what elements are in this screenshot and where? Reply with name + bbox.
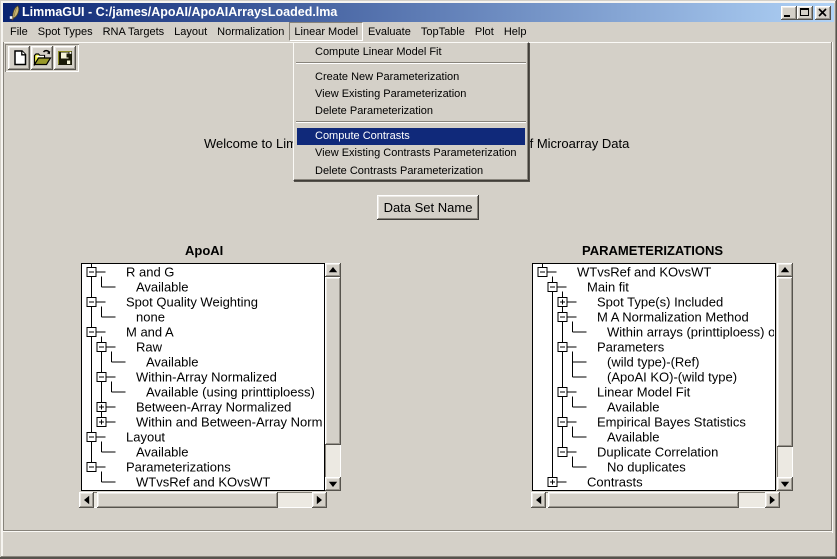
svg-text:Parameterizations: Parameterizations <box>126 460 231 475</box>
svg-text:Layout: Layout <box>126 430 165 445</box>
svg-text:Main fit: Main fit <box>587 280 629 295</box>
svg-text:(wild type)-(Ref): (wild type)-(Ref) <box>607 355 699 370</box>
svg-text:Within arrays (printtiploess): Within arrays (printtiploess) on <box>607 325 774 340</box>
svg-text:M and A: M and A <box>126 325 174 340</box>
svg-text:Available: Available <box>136 445 189 460</box>
svg-text:Spot Quality Weighting: Spot Quality Weighting <box>126 295 258 310</box>
svg-text:Parameters: Parameters <box>597 340 665 355</box>
svg-text:WTvsRef and KOvsWT: WTvsRef and KOvsWT <box>577 265 711 280</box>
svg-text:(ApoAI KO)-(wild type): (ApoAI KO)-(wild type) <box>607 370 737 385</box>
svg-text:Empirical Bayes Statistics: Empirical Bayes Statistics <box>597 415 746 430</box>
svg-text:Within-Array Normalized: Within-Array Normalized <box>136 370 277 385</box>
svg-text:R and G: R and G <box>126 265 174 280</box>
svg-text:Between-Array Normalized: Between-Array Normalized <box>136 400 291 415</box>
svg-text:none: none <box>136 310 165 325</box>
svg-text:Available: Available <box>136 280 189 295</box>
svg-text:M A Normalization Method: M A Normalization Method <box>597 310 749 325</box>
svg-text:Available (using printtiploess: Available (using printtiploess) <box>146 385 315 400</box>
svg-text:Available: Available <box>146 355 199 370</box>
svg-text:Available: Available <box>607 430 660 445</box>
svg-text:Contrasts: Contrasts <box>587 475 643 490</box>
svg-text:Spot Type(s) Included: Spot Type(s) Included <box>597 295 723 310</box>
svg-text:Within and Between-Array Norma: Within and Between-Array Normalized <box>136 415 323 430</box>
svg-text:Linear Model Fit: Linear Model Fit <box>597 385 691 400</box>
svg-text:WTvsRef and KOvsWT: WTvsRef and KOvsWT <box>136 475 270 490</box>
svg-text:Raw: Raw <box>136 340 163 355</box>
svg-text:Available: Available <box>607 400 660 415</box>
svg-text:Duplicate Correlation: Duplicate Correlation <box>597 445 718 460</box>
svg-text:No duplicates: No duplicates <box>607 460 686 475</box>
